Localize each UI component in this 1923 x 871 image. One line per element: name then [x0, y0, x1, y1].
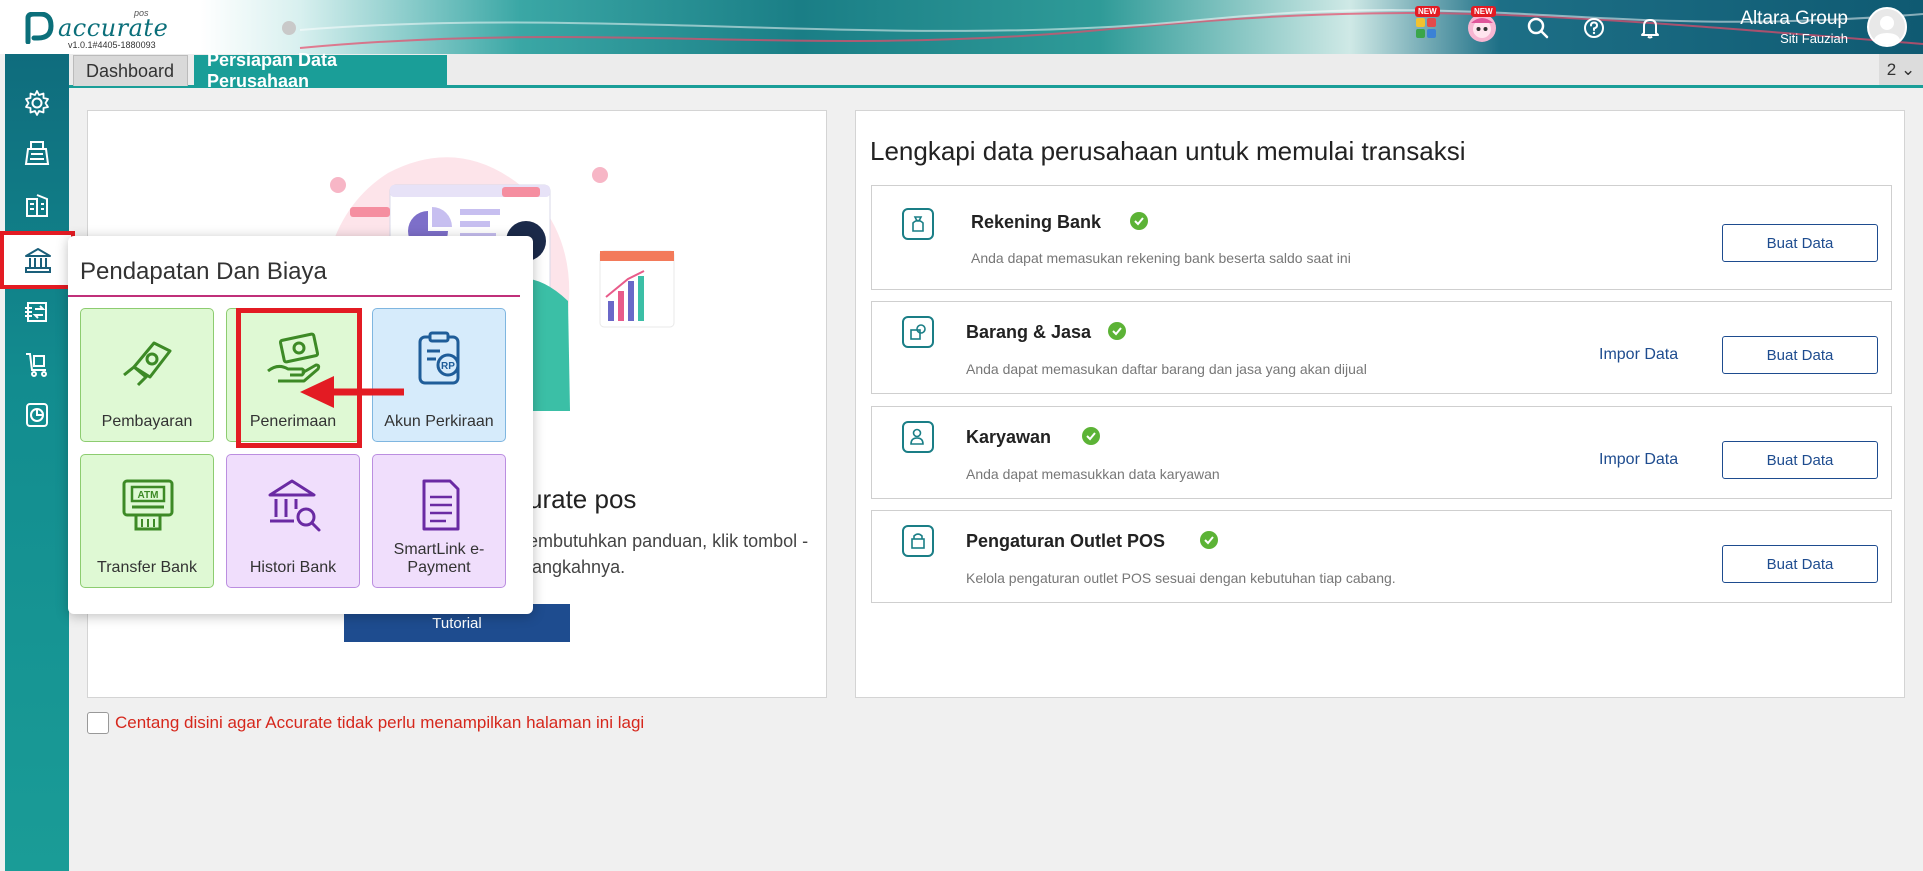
- sidebar-item-income-expense[interactable]: [0, 231, 75, 289]
- welcome-description: embutuhkan panduan, klik tombol -langkah…: [528, 531, 809, 577]
- buat-data-button[interactable]: Buat Data: [1722, 545, 1878, 583]
- tile-label: SmartLink e-Payment: [393, 541, 485, 576]
- notification-button[interactable]: [1622, 8, 1678, 48]
- new-badge: NEW: [1415, 6, 1440, 17]
- hand-money-icon: [123, 341, 172, 387]
- employee-icon: [902, 421, 934, 453]
- company-name: Altara Group: [1740, 8, 1848, 29]
- bell-icon: [1641, 19, 1659, 39]
- logo-text: accurate: [58, 14, 169, 42]
- logo-pos-label: pos: [134, 8, 149, 18]
- transfer-icon: [25, 302, 47, 322]
- account-rp-icon: RP: [418, 331, 460, 385]
- company-info[interactable]: Altara Group Siti Fauziah: [1740, 8, 1848, 46]
- tile-label: Pembayaran: [101, 413, 193, 430]
- outlet-icon: [902, 525, 934, 557]
- header-actions: NEW NEW: [1398, 6, 1678, 48]
- buat-data-button[interactable]: Buat Data: [1722, 224, 1878, 262]
- sidebar-item-reports[interactable]: [5, 390, 69, 440]
- task-card-outlet-pos: Pengaturan Outlet POS Kelola pengaturan …: [871, 510, 1892, 603]
- impor-data-link[interactable]: Impor Data: [1599, 451, 1678, 469]
- task-card-karyawan: Karyawan Anda dapat memasukkan data kary…: [871, 406, 1892, 499]
- tile-smartlink-epayment[interactable]: SmartLink e-Payment: [372, 454, 506, 588]
- task-title: Pengaturan Outlet POS: [966, 531, 1166, 551]
- task-card-rekening-bank: Rekening Bank Anda dapat memasukan reken…: [871, 185, 1892, 290]
- dont-show-again: Centang disini agar Accurate tidak perlu…: [87, 712, 644, 734]
- user-avatar-icon: [1873, 16, 1901, 45]
- dont-show-label[interactable]: Centang disini agar Accurate tidak perlu…: [115, 713, 644, 733]
- task-card-barang-jasa: Barang & Jasa Anda dapat memasukan dafta…: [871, 301, 1892, 394]
- help-button[interactable]: [1566, 8, 1622, 48]
- avatar[interactable]: [1867, 7, 1907, 47]
- user-name: Siti Fauziah: [1780, 31, 1848, 46]
- help-icon: [1584, 18, 1604, 38]
- sidebar-item-transactions[interactable]: [5, 287, 69, 337]
- search-icon: [1527, 17, 1549, 39]
- top-bar: accurate pos v1.0.1#4405-1880093 NEW NEW: [0, 0, 1923, 54]
- welcome-title: urate pos: [528, 484, 637, 514]
- buat-data-button[interactable]: Buat Data: [1722, 441, 1878, 479]
- gear-icon: [25, 90, 49, 116]
- tab-persiapan-data[interactable]: Persiapan Data Perusahaan: [194, 50, 447, 91]
- building-icon: [26, 194, 48, 217]
- tab-dashboard[interactable]: Dashboard: [73, 55, 188, 86]
- new-badge: NEW: [1471, 6, 1496, 17]
- accurate-logo[interactable]: accurate pos v1.0.1#4405-1880093: [6, 6, 169, 50]
- tab-overflow-button[interactable]: 2 ⌄: [1879, 54, 1923, 85]
- tile-label: Akun Perkiraan: [384, 413, 494, 430]
- logo-mark-icon: [25, 12, 54, 44]
- buat-data-button[interactable]: Buat Data: [1722, 336, 1878, 374]
- cash-register-icon: [24, 141, 50, 165]
- task-title: Barang & Jasa: [966, 322, 1092, 342]
- atm-icon: ATM: [122, 479, 174, 531]
- task-description: Anda dapat memasukkan data karyawan: [966, 466, 1220, 482]
- tile-label: Histori Bank: [249, 559, 337, 576]
- goods-icon: [902, 316, 934, 348]
- apps-grid-button[interactable]: NEW: [1398, 6, 1454, 48]
- dont-show-checkbox[interactable]: [87, 712, 109, 734]
- sidebar-item-company[interactable]: [5, 180, 69, 230]
- check-icon: [1200, 531, 1218, 549]
- version-label: v1.0.1#4405-1880093: [68, 40, 156, 50]
- bank-icon: [24, 248, 51, 273]
- svg-text:ATM: ATM: [138, 490, 159, 501]
- mascot-avatar-icon: [1468, 14, 1496, 42]
- tile-transfer-bank[interactable]: ATM Transfer Bank: [80, 454, 214, 588]
- apps-grid-icon: [1416, 18, 1436, 38]
- tile-histori-bank[interactable]: Histori Bank: [226, 454, 360, 588]
- pointer-arrow-icon: [300, 376, 404, 408]
- sidebar: [0, 54, 75, 871]
- cart-icon: [26, 353, 47, 377]
- task-title: Rekening Bank: [971, 212, 1102, 232]
- tile-pembayaran[interactable]: Pembayaran: [80, 308, 214, 442]
- status-dot: [282, 21, 296, 35]
- sidebar-item-inventory[interactable]: [5, 339, 69, 389]
- check-icon: [1082, 427, 1100, 445]
- e-payment-icon: [422, 479, 460, 531]
- svg-text:RP: RP: [441, 361, 455, 372]
- report-chart-icon: [26, 403, 48, 427]
- task-description: Anda dapat memasukan rekening bank beser…: [971, 250, 1351, 266]
- sidebar-item-pos[interactable]: [5, 128, 69, 178]
- task-title: Karyawan: [966, 427, 1052, 447]
- setup-title: Lengkapi data perusahaan untuk memulai t…: [870, 136, 1466, 166]
- tile-label: Transfer Bank: [97, 559, 197, 576]
- impor-data-link[interactable]: Impor Data: [1599, 346, 1678, 364]
- sidebar-item-settings[interactable]: [5, 78, 69, 128]
- bank-history-icon: [268, 479, 321, 532]
- task-description: Kelola pengaturan outlet POS sesuai deng…: [966, 570, 1396, 586]
- bank-bag-icon: [902, 208, 934, 240]
- task-description: Anda dapat memasukan daftar barang dan j…: [966, 361, 1367, 377]
- check-icon: [1130, 212, 1148, 230]
- mascot-button[interactable]: NEW: [1454, 6, 1510, 48]
- tab-bar: Dashboard Persiapan Data Perusahaan 2 ⌄: [69, 50, 1923, 91]
- menu-divider: [68, 295, 520, 297]
- search-button[interactable]: [1510, 8, 1566, 48]
- check-icon: [1108, 322, 1126, 340]
- menu-title: Pendapatan Dan Biaya: [80, 258, 327, 285]
